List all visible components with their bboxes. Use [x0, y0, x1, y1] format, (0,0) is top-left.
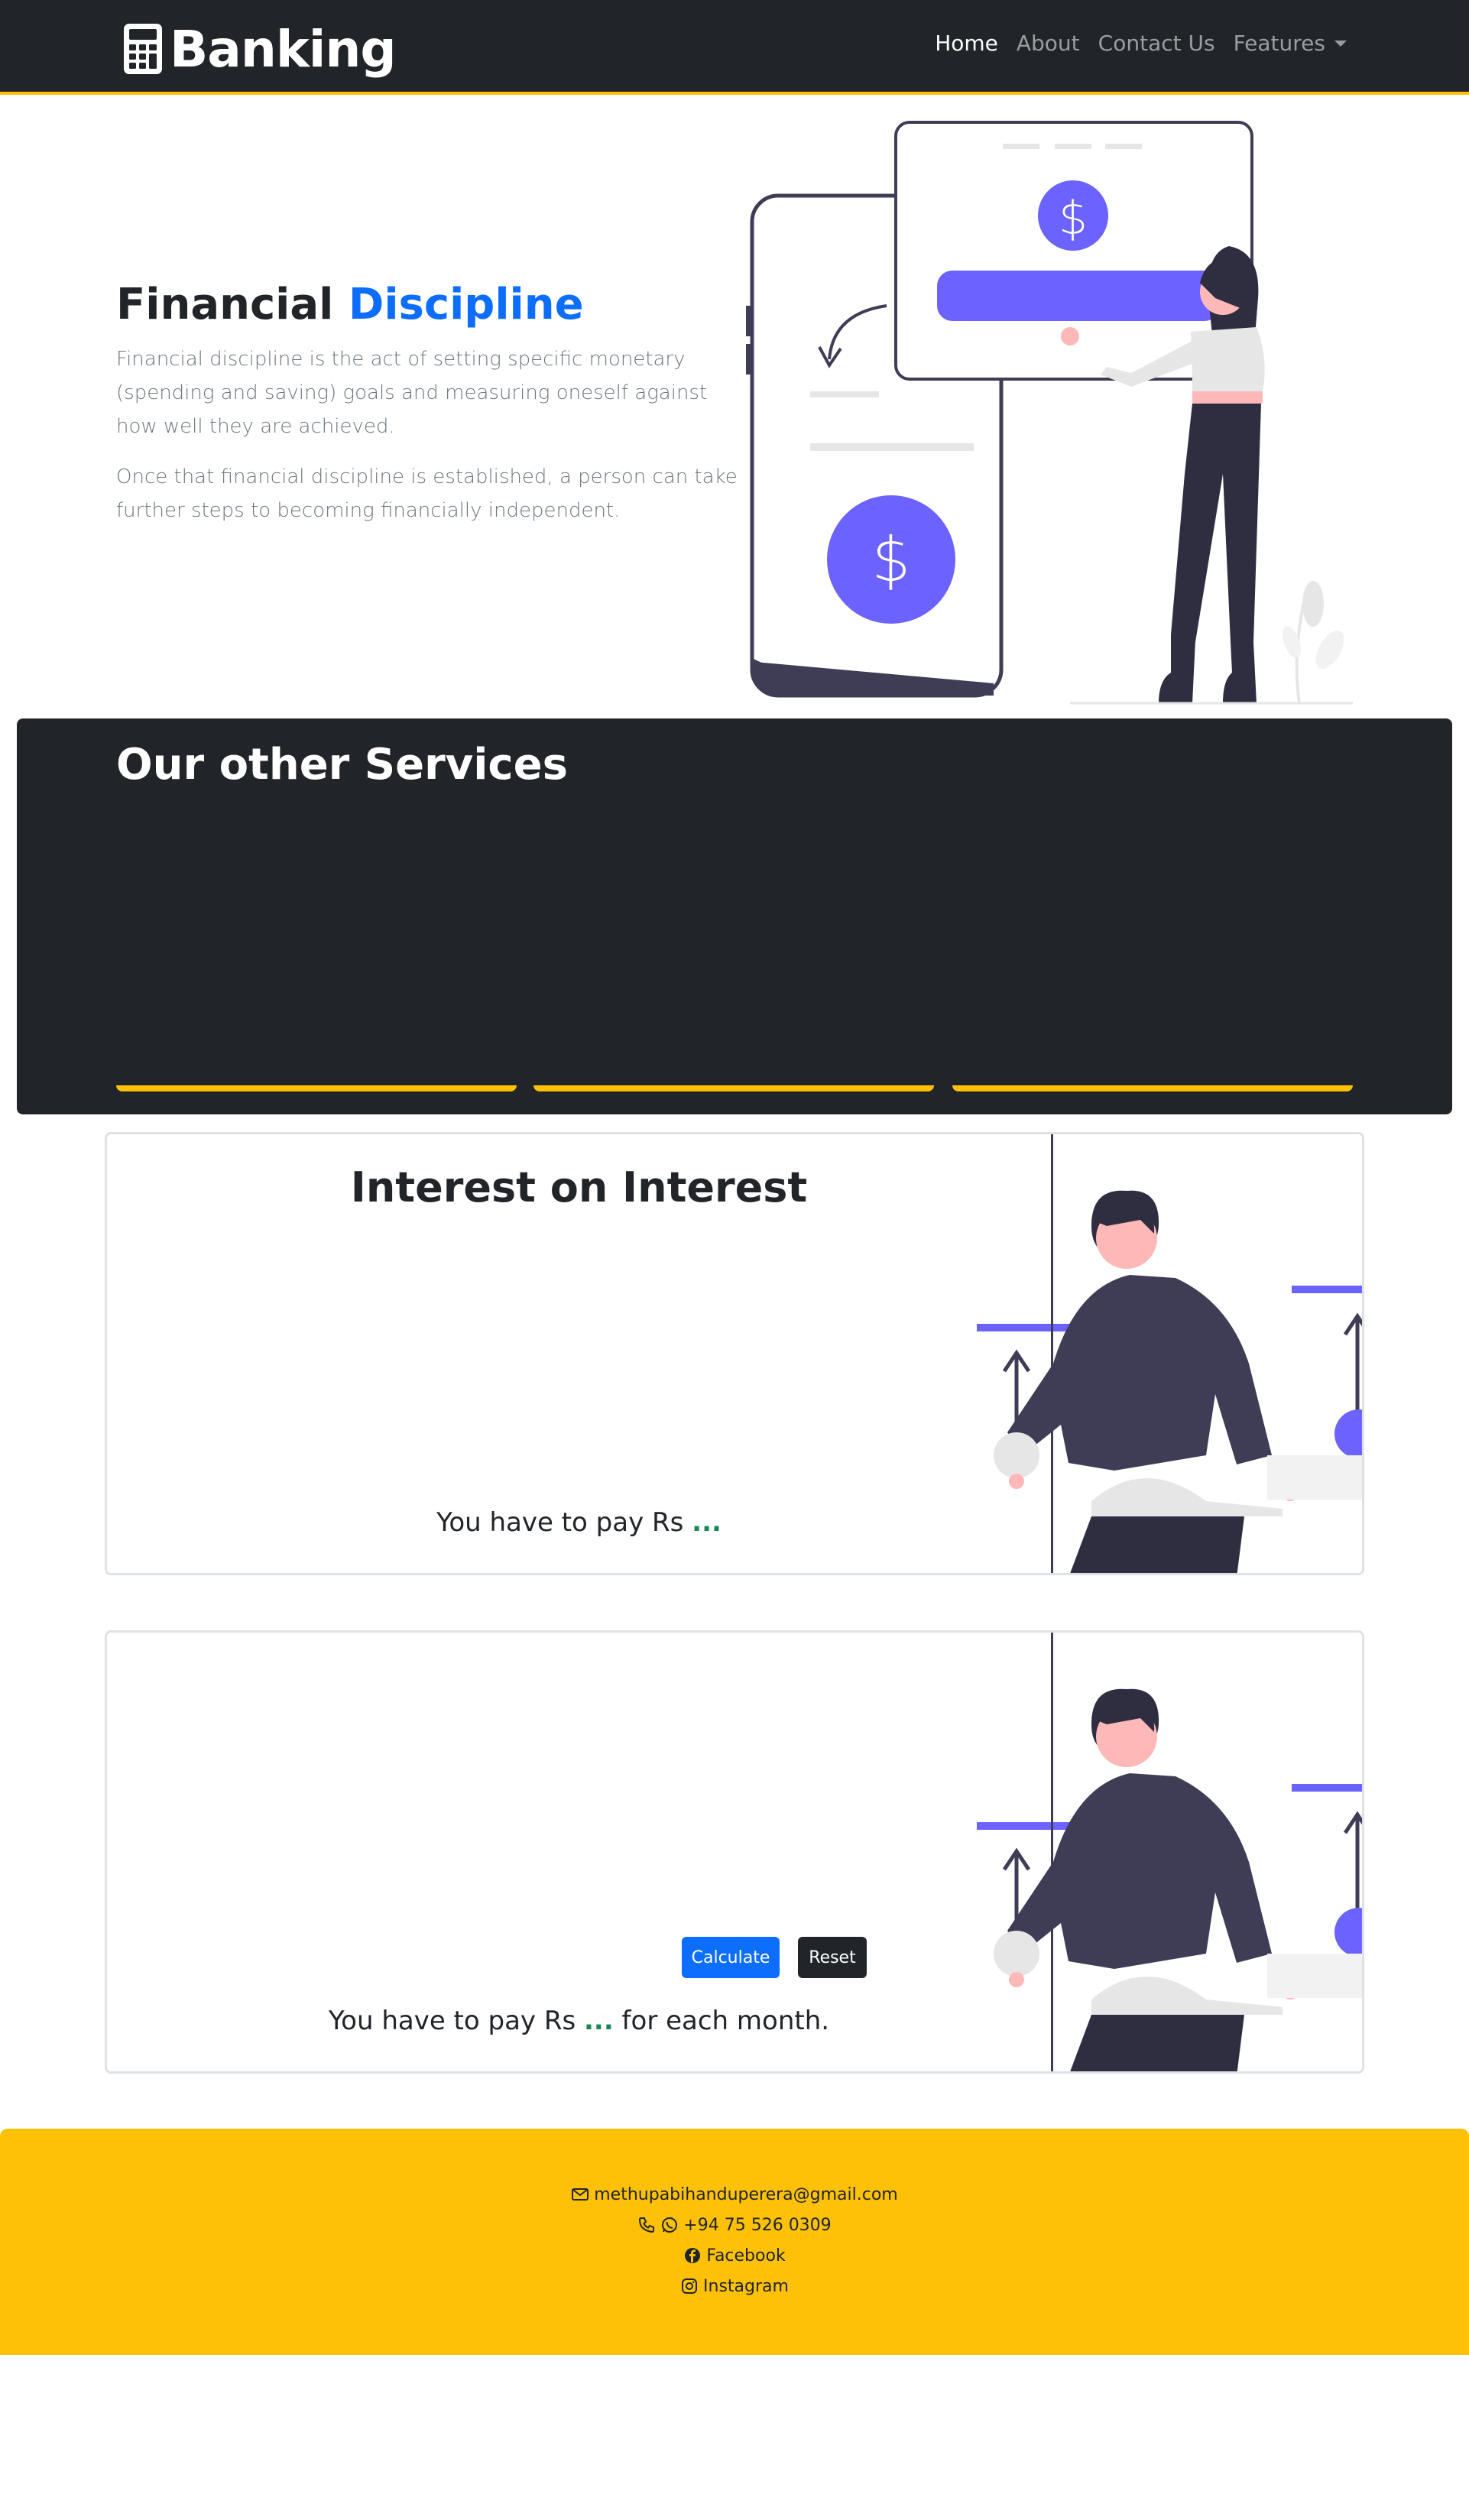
- nav-about[interactable]: About: [1017, 31, 1080, 56]
- hero-paragraph-1: Financial discipline is the act of setti…: [116, 348, 708, 438]
- hero-paragraph-2: Once that financial discipline is establ…: [116, 465, 738, 522]
- nav-home[interactable]: Home: [935, 31, 998, 56]
- brand-link[interactable]: Banking: [122, 19, 397, 79]
- phone-icon: [639, 2217, 655, 2233]
- footer-phone: +94 75 526 0309: [683, 2215, 832, 2235]
- person-growth-illustration: [977, 1688, 1362, 2071]
- footer-email-link[interactable]: methupabihanduperera@gmail.com: [571, 2182, 898, 2207]
- nav-features-dropdown[interactable]: Features: [1234, 31, 1347, 56]
- interest-result-value: ...: [692, 1507, 722, 1538]
- nav-links: Home About Contact Us Features: [935, 31, 1347, 56]
- footer-facebook: Facebook: [706, 2246, 786, 2265]
- svg-text:$: $: [1059, 192, 1088, 245]
- navbar: Banking Home About Contact Us Features: [0, 0, 1469, 95]
- services-section: Our other Services: [17, 718, 1452, 1114]
- svg-text:$: $: [872, 524, 911, 595]
- caret-down-icon: [1334, 40, 1347, 47]
- interest-result: You have to pay Rs ...: [107, 1507, 1051, 1538]
- person-growth-illustration: [977, 1190, 1362, 1573]
- interest-result-prefix: You have to pay Rs: [436, 1507, 684, 1538]
- footer: methupabihanduperera@gmail.com +94 75 52…: [0, 2129, 1469, 2355]
- card-divider: [1051, 1633, 1053, 2071]
- mobile-payment-illustration: $ $: [746, 121, 1353, 705]
- reset-button[interactable]: Reset: [798, 1937, 867, 1978]
- service-card[interactable]: [952, 1085, 1353, 1091]
- nav-features-label: Features: [1233, 31, 1325, 56]
- monthly-payment-card: Calculate Reset You have to pay Rs ... f…: [105, 1630, 1364, 2074]
- footer-phone-link[interactable]: +94 75 526 0309: [637, 2213, 832, 2237]
- monthly-result-suffix: for each month.: [621, 2006, 830, 2036]
- envelope-icon: [572, 2188, 589, 2201]
- service-card[interactable]: [116, 1085, 517, 1091]
- facebook-icon: [685, 2248, 701, 2263]
- footer-instagram: Instagram: [703, 2276, 789, 2296]
- monthly-result-prefix: You have to pay Rs: [328, 2006, 576, 2036]
- interest-on-interest-card: Interest on Interest You have to pay Rs …: [105, 1132, 1364, 1575]
- monthly-result: You have to pay Rs ... for each month.: [107, 2006, 1051, 2036]
- calculator-icon: [124, 24, 162, 74]
- hero-title: Financial Discipline: [116, 280, 584, 329]
- monthly-result-value: ...: [583, 2006, 614, 2036]
- hero-title-part2: Discipline: [348, 280, 584, 329]
- card-divider: [1051, 1134, 1053, 1573]
- footer-contact-list: methupabihanduperera@gmail.com +94 75 52…: [0, 2182, 1469, 2298]
- service-card[interactable]: [533, 1085, 934, 1091]
- whatsapp-icon: [662, 2217, 678, 2233]
- footer-facebook-link[interactable]: Facebook: [683, 2243, 786, 2268]
- interest-card-title: Interest on Interest: [350, 1163, 808, 1211]
- footer-instagram-link[interactable]: Instagram: [680, 2274, 789, 2298]
- footer-email: methupabihanduperera@gmail.com: [594, 2184, 898, 2204]
- instagram-icon: [682, 2278, 698, 2294]
- nav-contact-us[interactable]: Contact Us: [1098, 31, 1215, 56]
- brand-text: Banking: [170, 19, 397, 79]
- hero-title-part1: Financial: [116, 280, 334, 329]
- calculate-button[interactable]: Calculate: [682, 1937, 780, 1978]
- services-title: Our other Services: [116, 740, 568, 790]
